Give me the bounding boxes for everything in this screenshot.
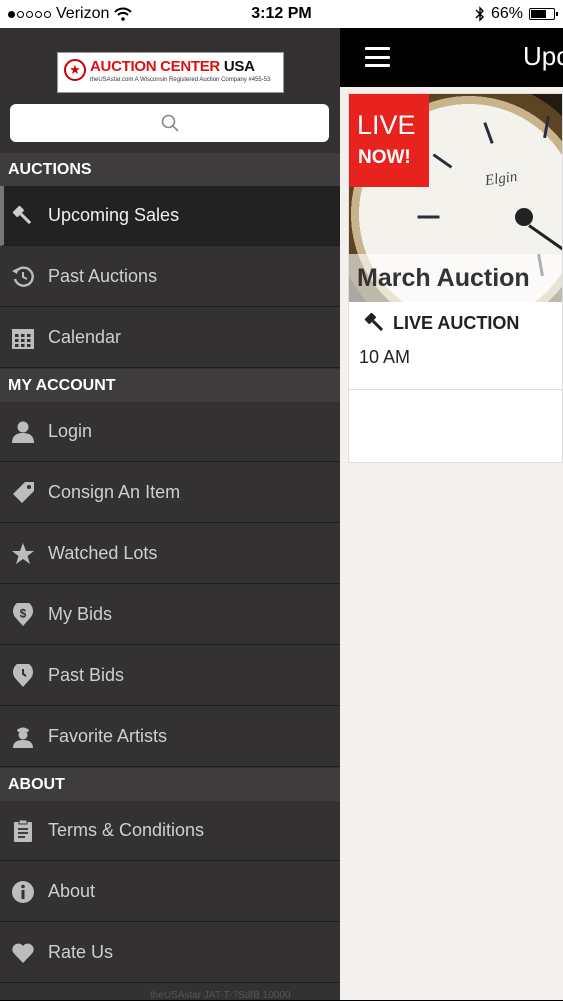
menu-item-label: My Bids	[48, 604, 113, 624]
menu-item-label: About	[48, 881, 96, 901]
menu-item-label: Watched Lots	[48, 543, 158, 563]
battery-icon	[529, 8, 558, 20]
auction-title: March Auction	[349, 254, 562, 302]
hamburger-menu-icon[interactable]	[365, 47, 390, 67]
menu-item-label: Terms & Conditions	[48, 820, 205, 840]
auction-photo: Elgin LIVE NOW! March Auction	[349, 94, 562, 302]
logo: ★ AUCTION CENTER USA theUSAstar.com A Wi…	[57, 52, 284, 93]
user-icon	[10, 419, 36, 445]
menu-item-my-bids[interactable]: $ My Bids	[0, 585, 340, 645]
menu-item-label: Login	[48, 421, 93, 441]
heart-icon	[10, 940, 36, 966]
menu-item-label: Rate Us	[48, 942, 114, 962]
menu-item-rate-us[interactable]: Rate Us	[0, 923, 340, 983]
menu-item-label: Consign An Item	[48, 482, 181, 502]
dollar-pin-icon: $	[10, 602, 36, 628]
menu-item-watched-lots[interactable]: Watched Lots	[0, 524, 340, 584]
top-app-bar: Upc	[340, 28, 563, 87]
tag-icon	[10, 480, 36, 506]
bluetooth-icon	[475, 6, 484, 22]
section-header-auctions: AUCTIONS	[0, 153, 340, 186]
gavel-icon	[10, 203, 36, 229]
clock-pin-icon	[10, 663, 36, 689]
history-icon	[10, 264, 36, 290]
main-content: Upc Elgin LIVE NOW! March Auction LIVE A…	[340, 28, 563, 1000]
menu-item-terms-conditions[interactable]: Terms & Conditions	[0, 801, 340, 861]
section-header-about: ABOUT	[0, 768, 340, 801]
star-logo-icon: ★	[64, 59, 86, 81]
watch-brand: Elgin	[483, 168, 519, 190]
svg-text:$: $	[20, 607, 27, 621]
auction-time: 10 AM	[359, 347, 411, 367]
search-icon	[161, 114, 179, 132]
auction-card[interactable]: Elgin LIVE NOW! March Auction LIVE AUCTI…	[348, 93, 563, 463]
menu-item-past-bids[interactable]: Past Bids	[0, 646, 340, 706]
live-now-badge: LIVE NOW!	[349, 94, 429, 187]
menu-item-about[interactable]: About	[0, 862, 340, 922]
page-title: Upc	[523, 41, 563, 71]
menu-item-label: Calendar	[48, 327, 122, 347]
menu-item-favorite-artists[interactable]: Favorite Artists	[0, 707, 340, 767]
drawer-footer-text: theUSAstar JAT-T-?SdfB 10000	[150, 990, 291, 1001]
menu-item-upcoming-sales[interactable]: Upcoming Sales	[0, 186, 340, 246]
divider	[349, 389, 562, 390]
calendar-icon	[10, 325, 36, 351]
battery-percent: 66%	[490, 5, 523, 22]
menu-item-label: Past Auctions	[48, 266, 158, 286]
status-bar: Verizon 3:12 PM 66%	[0, 0, 563, 28]
logo-title: AUCTION CENTER USA	[90, 58, 255, 75]
menu-item-calendar[interactable]: Calendar	[0, 308, 340, 368]
menu-item-label: Past Bids	[48, 665, 125, 685]
menu-item-login[interactable]: Login	[0, 402, 340, 462]
menu-item-past-auctions[interactable]: Past Auctions	[0, 247, 340, 307]
menu-item-label: Upcoming Sales	[48, 205, 180, 225]
auction-type: LIVE AUCTION	[363, 311, 519, 335]
star-icon	[10, 541, 36, 567]
artist-icon	[10, 724, 36, 750]
gavel-icon	[364, 312, 384, 332]
section-header-my-account: MY ACCOUNT	[0, 369, 340, 402]
clipboard-icon	[10, 818, 36, 844]
nav-drawer: ★ AUCTION CENTER USA theUSAstar.com A Wi…	[0, 28, 340, 1001]
menu-item-label: Favorite Artists	[48, 726, 168, 746]
menu-item-consign-an-item[interactable]: Consign An Item	[0, 463, 340, 523]
logo-subtitle: theUSAstar.com A Wisconsin Registered Au…	[90, 77, 271, 83]
info-icon	[10, 879, 36, 905]
search-input[interactable]	[10, 104, 329, 142]
